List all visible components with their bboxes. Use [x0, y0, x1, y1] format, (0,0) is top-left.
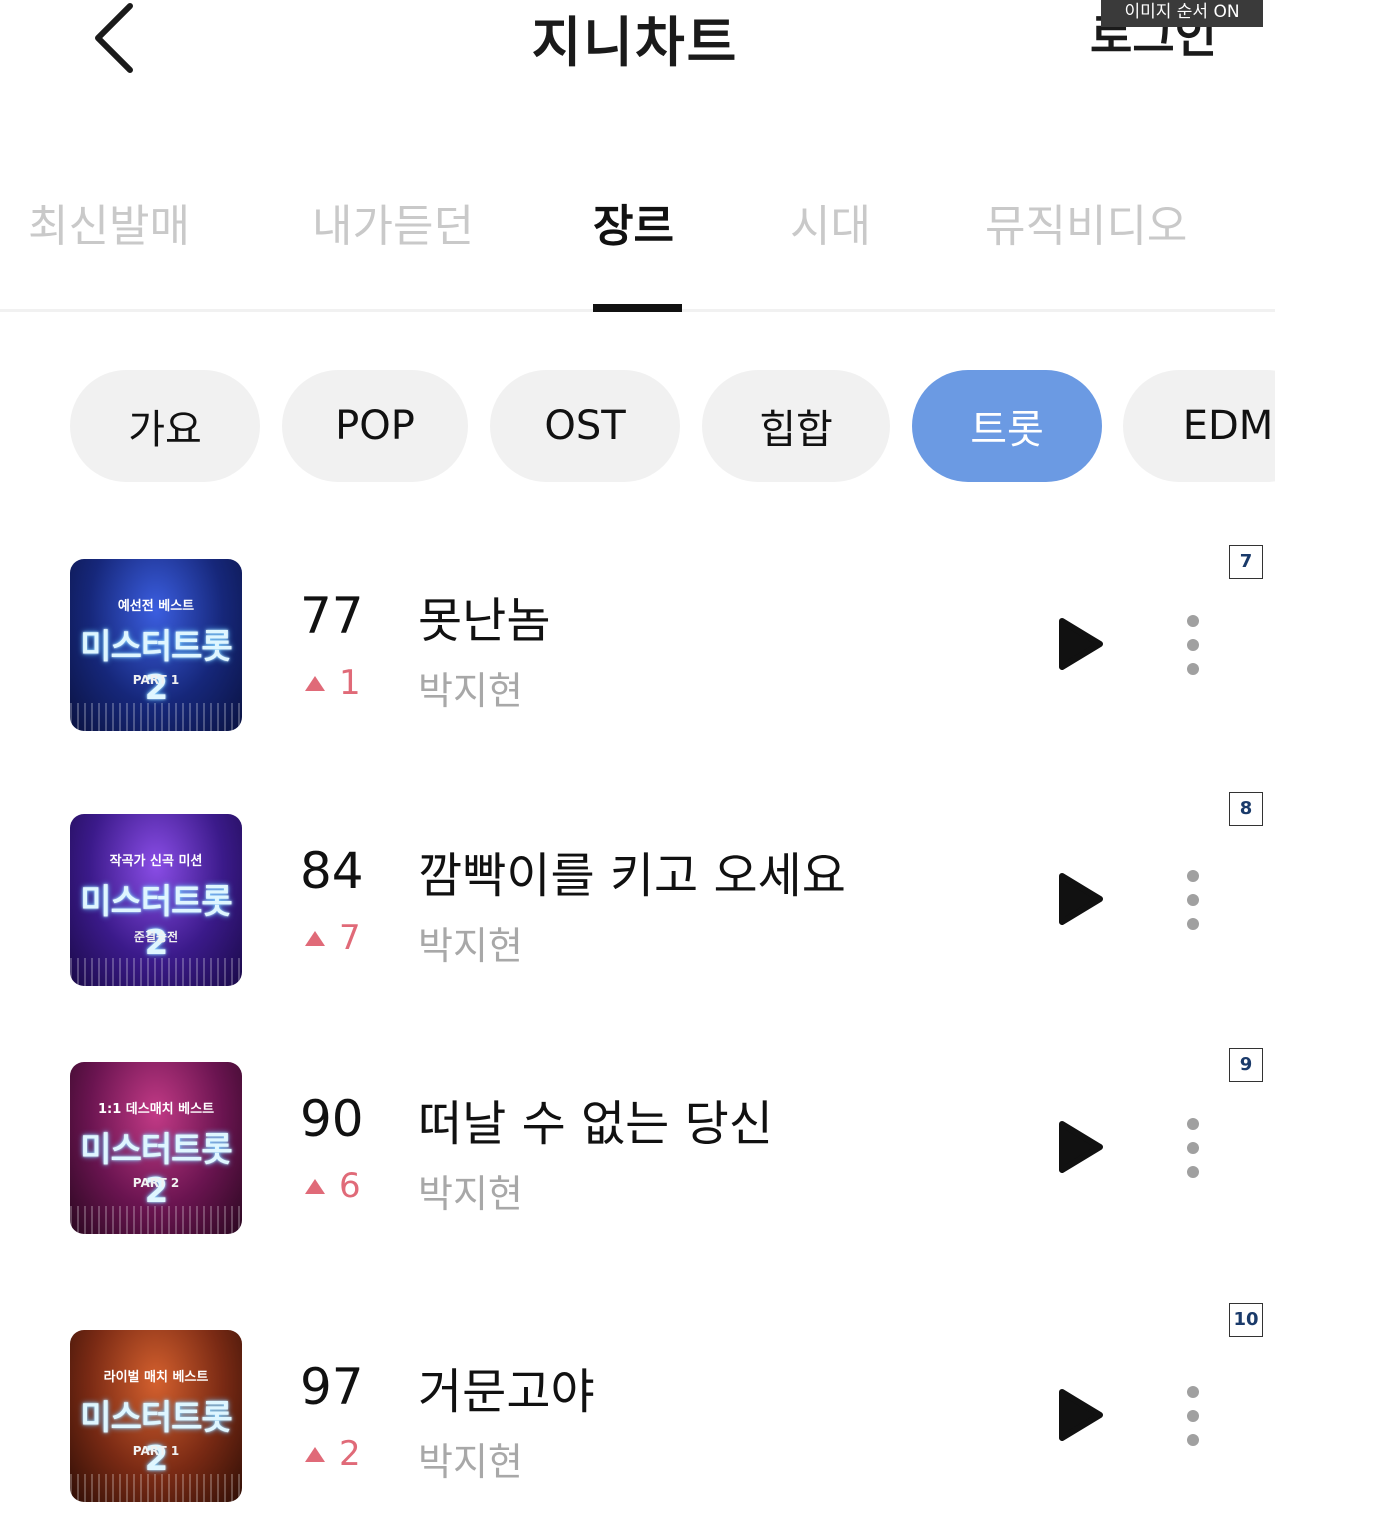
image-index-badge: 8: [1229, 792, 1263, 826]
play-icon[interactable]: [1058, 617, 1104, 671]
rank-change-value: 6: [339, 1166, 361, 1206]
rank-change-value: 2: [339, 1434, 361, 1474]
song-row[interactable]: 예선전 베스트 미스터트롯2 PART 1 77 1 못난놈 박지현 7: [0, 545, 1390, 745]
genre-chip-trot[interactable]: 트롯: [912, 370, 1102, 482]
up-arrow-icon: [305, 1178, 325, 1194]
rank-change: 1: [305, 663, 361, 703]
song-artist[interactable]: 박지현: [418, 1431, 523, 1486]
song-artist[interactable]: 박지현: [418, 660, 523, 715]
song-title[interactable]: 깜빡이를 키고 오세요: [418, 836, 846, 906]
tab-genre[interactable]: 장르: [593, 190, 674, 254]
more-options-icon[interactable]: [1181, 615, 1205, 675]
song-artist[interactable]: 박지현: [418, 915, 523, 970]
rank-change: 2: [305, 1434, 361, 1474]
rank-number: 97: [300, 1358, 364, 1416]
song-title[interactable]: 거문고야: [418, 1352, 595, 1422]
more-options-icon[interactable]: [1181, 1118, 1205, 1178]
image-order-badge: 이미지 순서 ON: [1101, 0, 1263, 27]
rank-change: 7: [305, 918, 361, 958]
genre-chip-pop[interactable]: POP: [282, 370, 468, 482]
up-arrow-icon: [305, 930, 325, 946]
genre-chip-ost[interactable]: OST: [490, 370, 680, 482]
album-logo: 미스터트롯2: [80, 1398, 232, 1479]
album-cover: 라이벌 매치 베스트 미스터트롯2 PART 1: [70, 1330, 242, 1502]
album-part: PART 1: [132, 673, 180, 687]
genre-chips: 가요 POP OST 힙합 트롯 EDM: [0, 370, 1275, 484]
rank-change-value: 1: [339, 663, 361, 703]
image-index-badge: 9: [1229, 1048, 1263, 1082]
tab-latest[interactable]: 최신발매: [28, 190, 190, 254]
play-icon[interactable]: [1058, 1120, 1104, 1174]
play-icon[interactable]: [1058, 872, 1104, 926]
album-subtitle: 라이벌 매치 베스트: [103, 1370, 209, 1385]
image-index-badge: 7: [1229, 545, 1263, 579]
album-sparkle: [70, 958, 242, 986]
album-subtitle: 1:1 데스매치 베스트: [97, 1102, 215, 1117]
album-logo: 미스터트롯2: [80, 627, 232, 708]
play-icon[interactable]: [1058, 1388, 1104, 1442]
song-title[interactable]: 떠날 수 없는 당신: [418, 1084, 773, 1154]
active-tab-indicator: [593, 304, 682, 312]
genre-chip-kpop[interactable]: 가요: [70, 370, 260, 482]
album-subtitle: 작곡가 신곡 미션: [109, 854, 203, 869]
more-options-icon[interactable]: [1181, 1386, 1205, 1446]
album-cover: 예선전 베스트 미스터트롯2 PART 1: [70, 559, 242, 731]
rank-number: 90: [300, 1090, 364, 1148]
album-sparkle: [70, 1206, 242, 1234]
song-row[interactable]: 작곡가 신곡 미션 미스터트롯2 준결승전 84 7 깜빡이를 키고 오세요 박…: [0, 792, 1390, 992]
album-part: PART 1: [132, 1444, 180, 1458]
tab-music-video[interactable]: 뮤직비디오: [985, 190, 1187, 254]
album-part: PART 2: [132, 1176, 180, 1190]
album-sparkle: [70, 1474, 242, 1502]
song-row[interactable]: 라이벌 매치 베스트 미스터트롯2 PART 1 97 2 거문고야 박지현 1…: [0, 1303, 1390, 1503]
album-logo: 미스터트롯2: [80, 1130, 232, 1211]
rank-number: 84: [300, 842, 364, 900]
rank-change-value: 7: [339, 918, 361, 958]
back-arrow-icon[interactable]: [90, 2, 140, 74]
genre-chip-hiphop[interactable]: 힙합: [702, 370, 890, 482]
chart-tabs: 최신발매 내가듣던 장르 시대 뮤직비디오: [0, 180, 1275, 312]
chart-page: 지니차트 로그인 이미지 순서 ON 최신발매 내가듣던 장르 시대 뮤직비디오…: [0, 0, 1390, 1513]
song-artist[interactable]: 박지현: [418, 1163, 523, 1218]
more-options-icon[interactable]: [1181, 870, 1205, 930]
album-part: 준결승전: [133, 930, 179, 944]
album-sparkle: [70, 703, 242, 731]
album-cover: 1:1 데스매치 베스트 미스터트롯2 PART 2: [70, 1062, 242, 1234]
tab-listened[interactable]: 내가듣던: [312, 190, 474, 254]
image-index-badge: 10: [1229, 1303, 1263, 1337]
album-logo: 미스터트롯2: [80, 882, 232, 963]
song-row[interactable]: 1:1 데스매치 베스트 미스터트롯2 PART 2 90 6 떠날 수 없는 …: [0, 1048, 1390, 1248]
tab-era[interactable]: 시대: [790, 190, 871, 254]
genre-chip-edm[interactable]: EDM: [1123, 370, 1275, 482]
album-cover: 작곡가 신곡 미션 미스터트롯2 준결승전: [70, 814, 242, 986]
rank-number: 77: [300, 587, 364, 645]
rank-change: 6: [305, 1166, 361, 1206]
page-title: 지니차트: [531, 11, 739, 74]
song-title[interactable]: 못난놈: [418, 581, 550, 651]
up-arrow-icon: [305, 675, 325, 691]
up-arrow-icon: [305, 1446, 325, 1462]
album-subtitle: 예선전 베스트: [117, 599, 195, 614]
